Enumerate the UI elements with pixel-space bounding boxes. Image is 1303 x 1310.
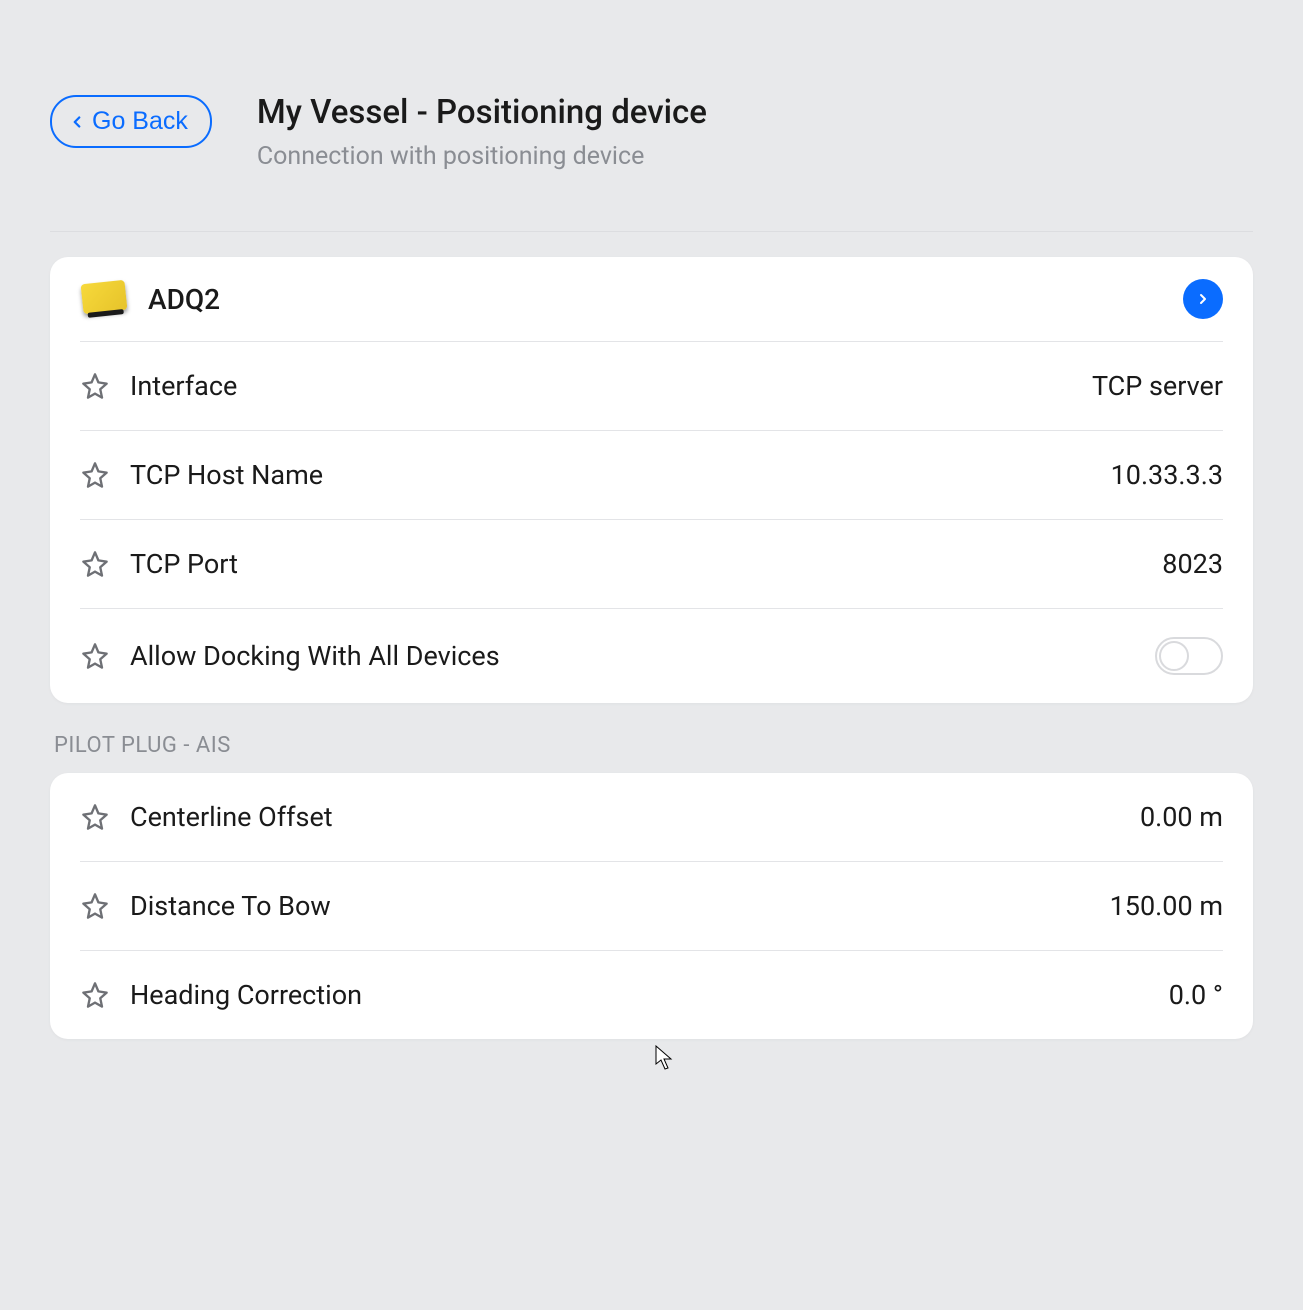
chevron-left-icon — [68, 113, 86, 131]
pilot-plug-card: Centerline Offset 0.00 m Distance To Bow… — [50, 773, 1253, 1039]
allow-docking-toggle[interactable] — [1155, 637, 1223, 675]
device-name: ADQ2 — [148, 283, 1163, 316]
setting-label: Centerline Offset — [130, 801, 1120, 833]
pilot-plug-section-heading: PILOT PLUG - AIS — [54, 733, 1253, 758]
setting-row-tcp-host[interactable]: TCP Host Name 10.33.3.3 — [80, 431, 1223, 520]
setting-row-centerline-offset[interactable]: Centerline Offset 0.00 m — [80, 773, 1223, 862]
favorite-button[interactable] — [80, 802, 110, 832]
setting-label: TCP Host Name — [130, 459, 1091, 491]
star-icon — [81, 642, 109, 670]
device-expand-button[interactable] — [1183, 279, 1223, 319]
setting-row-allow-docking[interactable]: Allow Docking With All Devices — [80, 609, 1223, 703]
favorite-button[interactable] — [80, 371, 110, 401]
star-icon — [81, 461, 109, 489]
star-icon — [81, 550, 109, 578]
setting-label: Heading Correction — [130, 979, 1149, 1011]
device-header-row[interactable]: ADQ2 — [80, 257, 1223, 342]
favorite-button[interactable] — [80, 460, 110, 490]
setting-value: TCP server — [1092, 370, 1223, 402]
favorite-button[interactable] — [80, 641, 110, 671]
device-chip-icon — [80, 280, 128, 318]
header-divider — [50, 231, 1253, 232]
setting-row-heading-correction[interactable]: Heading Correction 0.0 ° — [80, 951, 1223, 1039]
setting-label: Distance To Bow — [130, 890, 1090, 922]
page-subtitle: Connection with positioning device — [257, 142, 707, 171]
star-icon — [81, 981, 109, 1009]
setting-label: Interface — [130, 370, 1072, 402]
go-back-label: Go Back — [92, 107, 188, 136]
setting-label: TCP Port — [130, 548, 1142, 580]
star-icon — [81, 892, 109, 920]
favorite-button[interactable] — [80, 891, 110, 921]
toggle-knob — [1159, 641, 1189, 671]
page-title: My Vessel - Positioning device — [257, 93, 707, 132]
setting-row-tcp-port[interactable]: TCP Port 8023 — [80, 520, 1223, 609]
favorite-button[interactable] — [80, 549, 110, 579]
chevron-right-icon — [1195, 291, 1211, 307]
favorite-button[interactable] — [80, 980, 110, 1010]
setting-value: 10.33.3.3 — [1111, 459, 1223, 491]
star-icon — [81, 803, 109, 831]
setting-row-interface[interactable]: Interface TCP server — [80, 342, 1223, 431]
setting-value: 0.0 ° — [1169, 979, 1223, 1011]
setting-value: 150.00 m — [1110, 890, 1223, 922]
setting-value: 8023 — [1162, 548, 1223, 580]
go-back-button[interactable]: Go Back — [50, 95, 212, 148]
setting-row-distance-to-bow[interactable]: Distance To Bow 150.00 m — [80, 862, 1223, 951]
device-card: ADQ2 Interface TCP server TCP Host Name … — [50, 257, 1253, 703]
mouse-cursor-icon — [655, 1045, 675, 1075]
star-icon — [81, 372, 109, 400]
setting-value: 0.00 m — [1140, 801, 1223, 833]
setting-label: Allow Docking With All Devices — [130, 640, 1135, 672]
